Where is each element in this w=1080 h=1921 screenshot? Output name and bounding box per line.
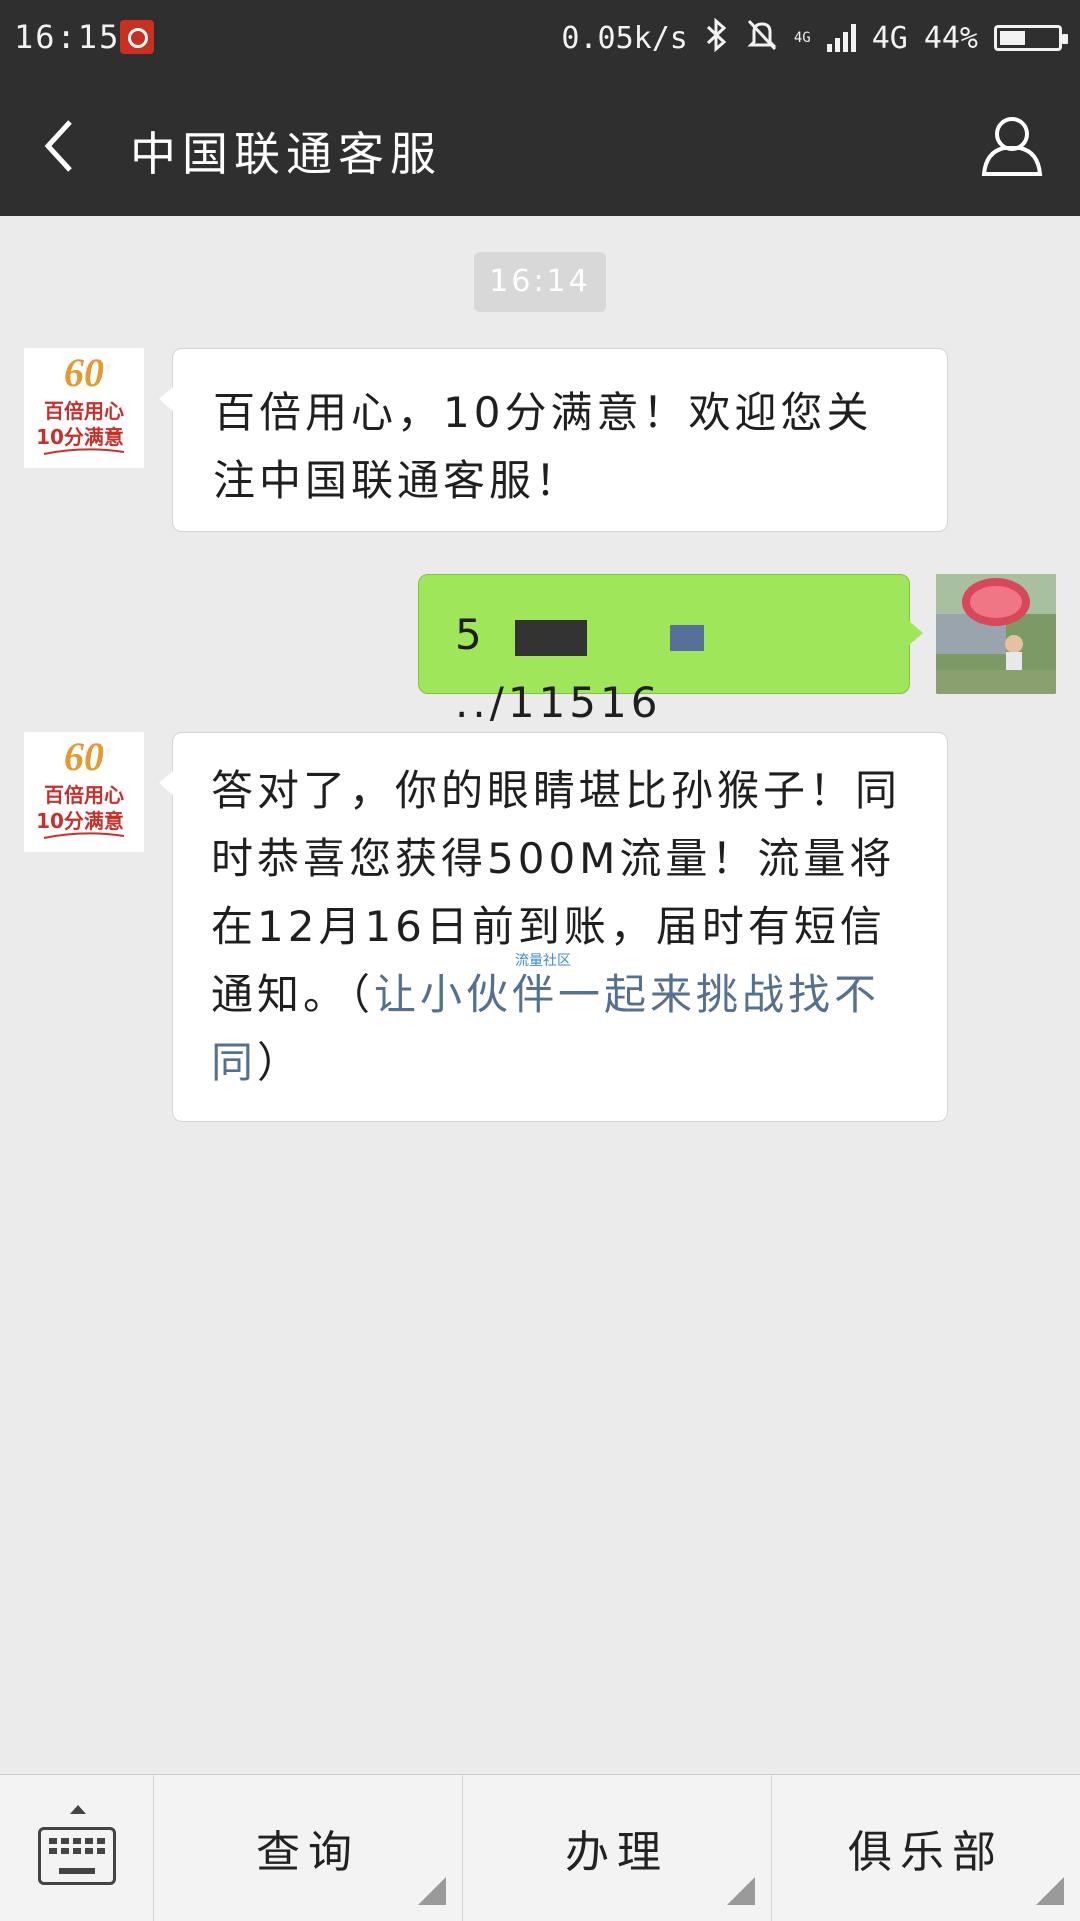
network-small-label: 4G	[793, 30, 811, 46]
avatar[interactable]	[936, 574, 1056, 694]
svg-text:10分满意: 10分满意	[36, 809, 124, 833]
submenu-corner-icon	[418, 1877, 446, 1905]
person-icon	[981, 117, 1043, 176]
menu-button-query[interactable]: 查询	[154, 1775, 463, 1921]
bluetooth-icon	[704, 17, 730, 59]
svg-text:百倍用心: 百倍用心	[44, 399, 124, 423]
mute-bell-icon	[746, 18, 778, 59]
keyboard-toggle-button[interactable]	[0, 1775, 154, 1921]
chat-timestamp: 16:14	[474, 252, 606, 312]
avatar[interactable]: 60 百倍用心 10分满意	[24, 348, 144, 468]
redacted-block	[670, 624, 705, 651]
message-bubble-incoming[interactable]: 百倍用心，10分满意！欢迎您关注中国联通客服！	[159, 348, 948, 532]
message-bubble-incoming[interactable]: 答对了，你的眼睛堪比孙猴子！同时恭喜您获得500M流量！流量将在12月16日前到…	[159, 732, 948, 1122]
svg-text:百倍用心: 百倍用心	[44, 783, 124, 807]
user-photo-icon	[936, 574, 1056, 694]
chat-header: 中国联通客服	[0, 76, 1080, 216]
menu-button-label: 查询	[256, 1827, 360, 1878]
battery-fill	[1000, 31, 1025, 45]
chevron-left-icon	[44, 120, 72, 172]
svg-text:60: 60	[64, 734, 104, 779]
status-time: 16:15	[14, 18, 121, 56]
network-type: 4G	[871, 20, 908, 56]
avatar[interactable]: 60 百倍用心 10分满意	[24, 732, 144, 852]
back-button[interactable]	[36, 114, 96, 178]
svg-text:10分满意: 10分满意	[36, 425, 124, 449]
message-text: 百倍用心，10分满意！欢迎您关注中国联通客服！	[213, 388, 873, 505]
unicom-logo-icon: 60 百倍用心 10分满意	[36, 350, 125, 455]
profile-button[interactable]	[980, 112, 1044, 180]
watermark: 流量社区	[515, 953, 571, 969]
message-text-end: ）	[257, 1038, 304, 1087]
notification-app-icon	[120, 20, 154, 54]
svg-text:60: 60	[64, 350, 104, 395]
status-bar: 16:15 0.05k/s 4G 4G 44%	[0, 0, 1080, 76]
page-title: 中国联通客服	[130, 127, 442, 181]
keyboard-icon	[38, 1827, 116, 1885]
battery-icon	[994, 25, 1068, 51]
unicom-logo-icon: 60 百倍用心 10分满意	[36, 734, 125, 839]
menu-button-label: 办理	[565, 1827, 669, 1878]
bottom-menu: 查询 办理 俱乐部	[0, 1774, 1080, 1921]
net-speed: 0.05k/s	[561, 20, 688, 56]
redacted-block	[515, 619, 588, 656]
menu-button-handle[interactable]: 办理	[463, 1775, 772, 1921]
menu-button-club[interactable]: 俱乐部	[772, 1775, 1080, 1921]
status-indicators: 0.05k/s 4G 4G 44%	[561, 16, 1068, 60]
message-text-suffix: ../11516	[455, 678, 662, 727]
battery-percent: 44%	[923, 20, 978, 56]
menu-button-label: 俱乐部	[848, 1827, 1004, 1878]
message-bubble-outgoing[interactable]: 5 ../11516	[418, 574, 923, 727]
submenu-corner-icon	[1036, 1877, 1064, 1905]
message-text-prefix: 5	[455, 610, 486, 659]
submenu-corner-icon	[727, 1877, 755, 1905]
caret-up-icon	[70, 1805, 86, 1814]
signal-icon	[826, 24, 856, 52]
